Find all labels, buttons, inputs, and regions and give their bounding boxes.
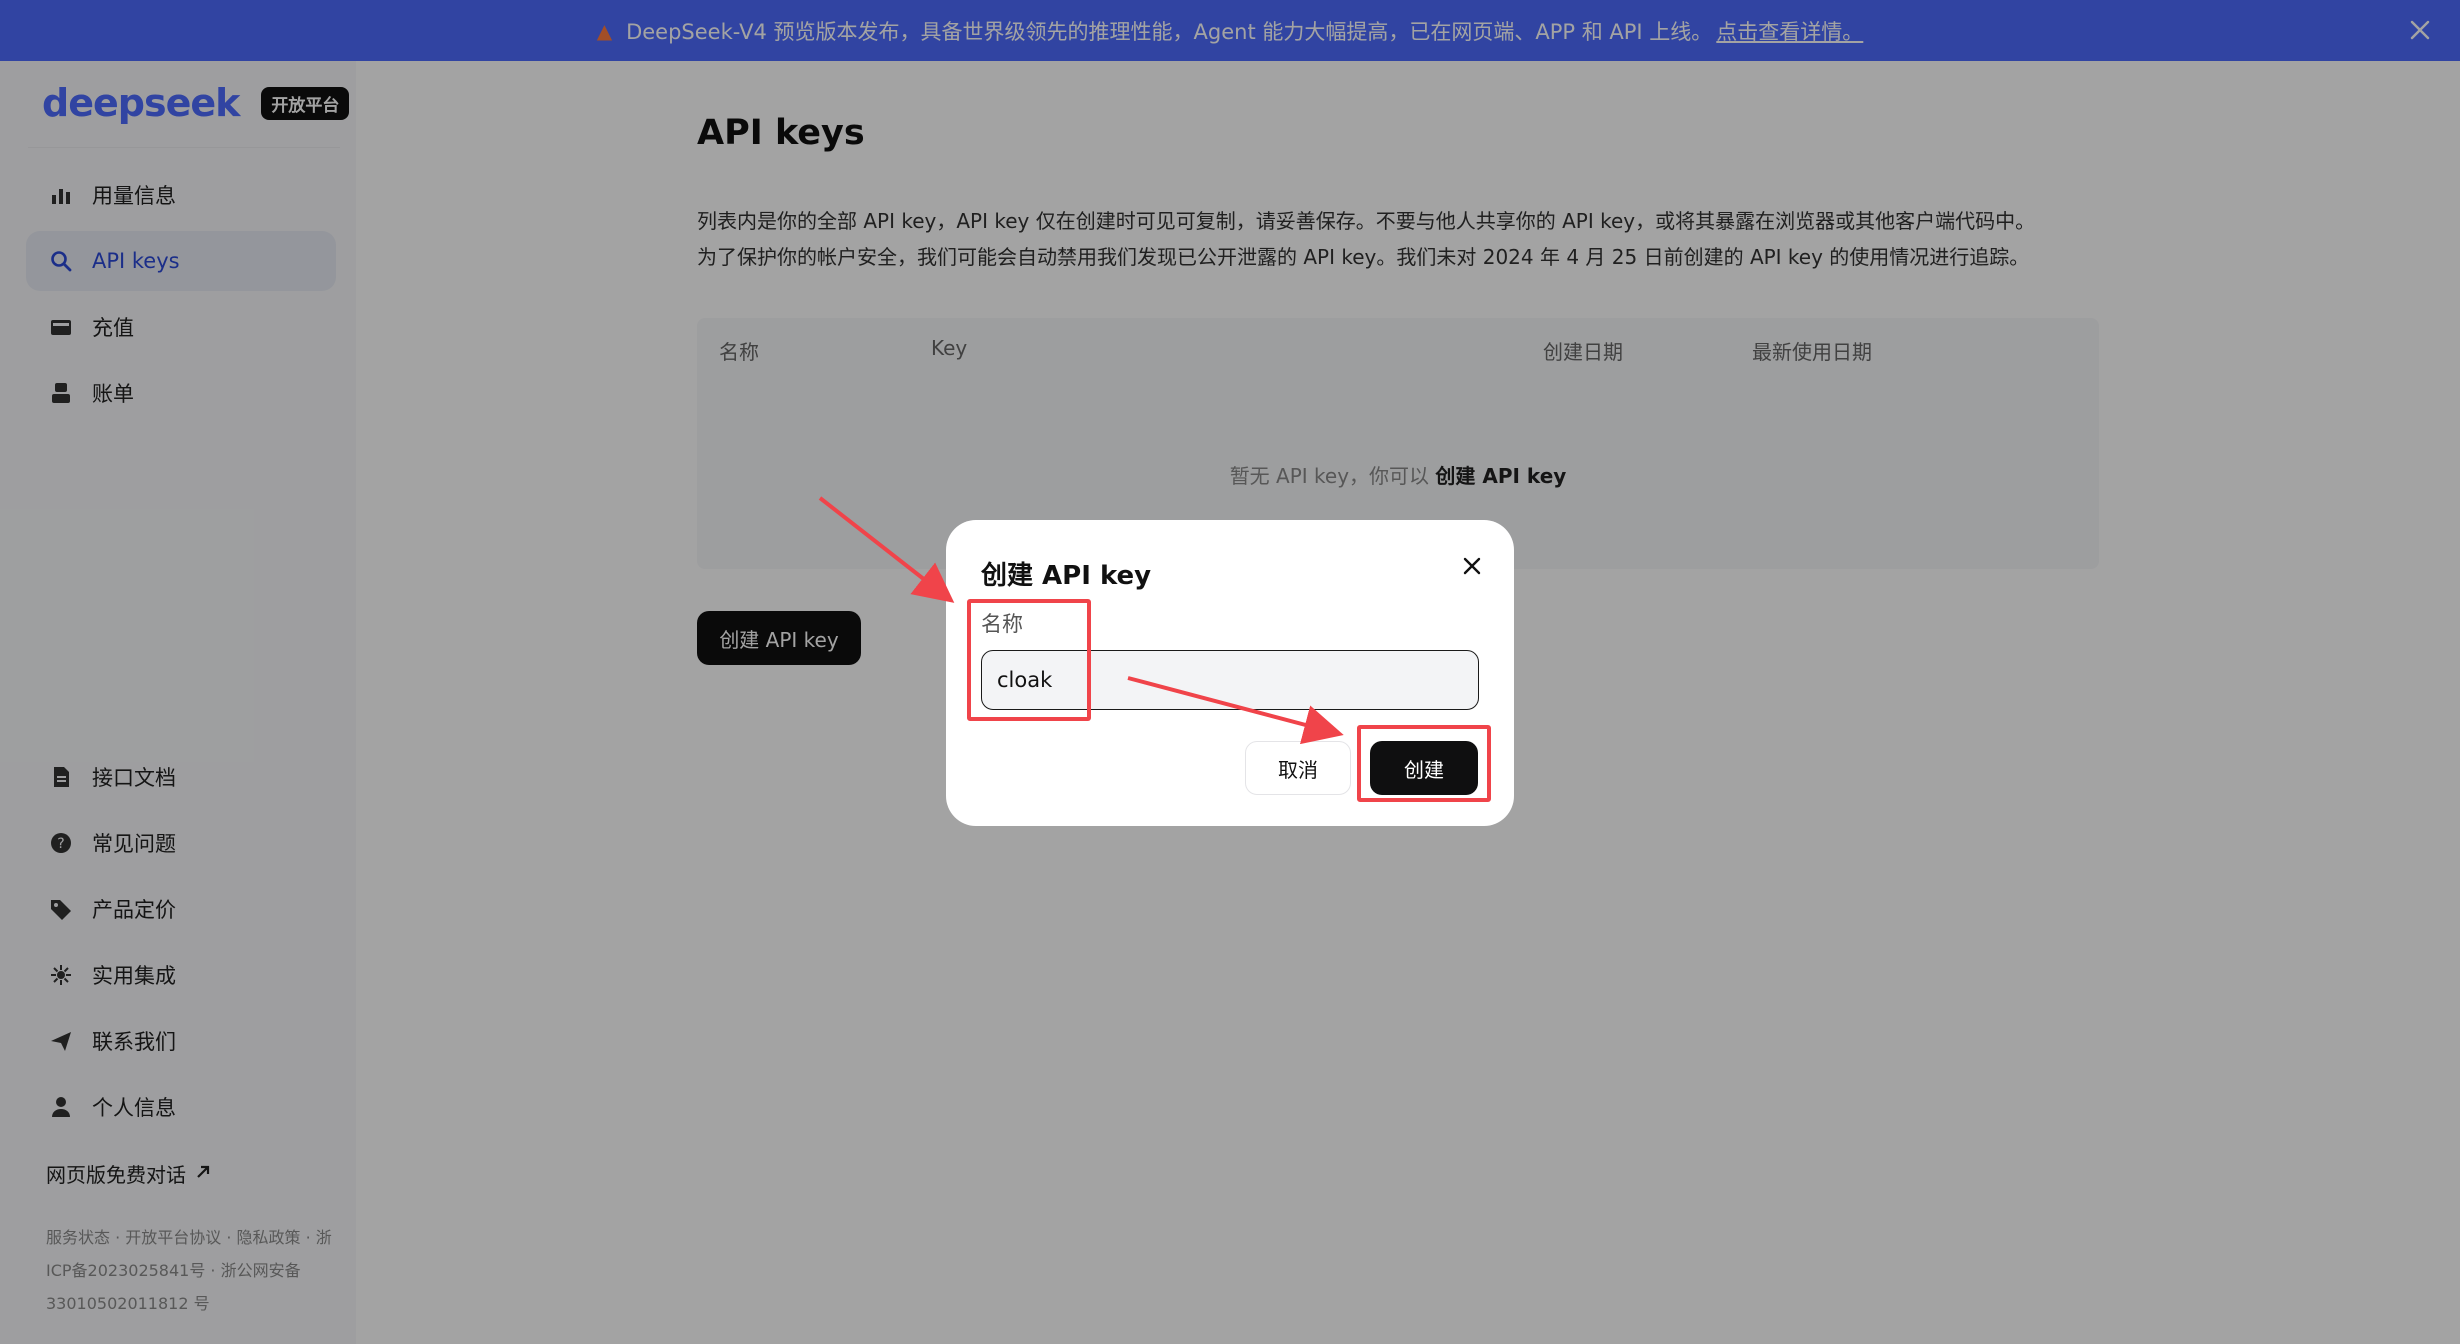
- highlight-box-create-button: [1357, 725, 1491, 802]
- highlight-box-name-field: [967, 599, 1091, 721]
- dialog-title: 创建 API key: [981, 561, 1152, 591]
- close-icon[interactable]: [1456, 550, 1488, 582]
- cancel-button[interactable]: 取消: [1245, 741, 1351, 795]
